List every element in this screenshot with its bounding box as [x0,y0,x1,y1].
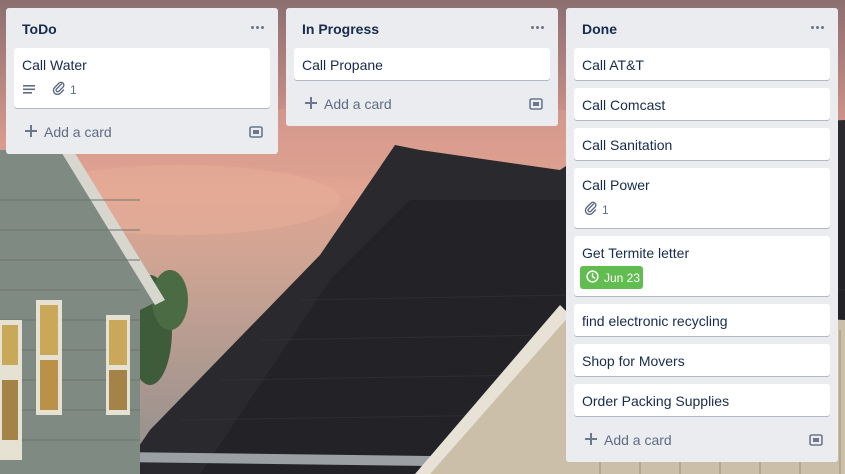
card-get-termite-letter[interactable]: Get Termite letter Jun 23 [574,236,830,296]
attachment-count: 1 [70,83,77,97]
add-card-label: Add a card [324,96,392,112]
list-title[interactable]: ToDo [22,21,57,37]
ellipsis-icon[interactable] [528,16,548,36]
clock-icon [586,269,599,286]
card-call-water[interactable]: Call Water 1 [14,48,270,108]
list-todo: ToDo Call Water 1 Add a card [6,8,278,154]
card-call-sanitation[interactable]: Call Sanitation [574,128,830,160]
card-template-icon[interactable] [808,432,824,448]
card-title: Call AT&T [582,57,644,73]
due-date-badge[interactable]: Jun 23 [580,266,643,289]
attachment-badge: 1 [584,201,609,219]
add-card-label: Add a card [604,432,672,448]
ellipsis-icon[interactable] [248,16,268,36]
card-call-comcast[interactable]: Call Comcast [574,88,830,120]
card-call-power[interactable]: Call Power 1 [574,168,830,228]
card-find-electronic-recycling[interactable]: find electronic recycling [574,304,830,336]
paperclip-icon [52,81,66,100]
card-order-packing-supplies[interactable]: Order Packing Supplies [574,384,830,416]
description-icon [22,81,36,99]
list-header: Done [566,8,838,48]
attachment-badge: 1 [52,81,77,99]
list-title[interactable]: In Progress [302,21,379,37]
add-card-label: Add a card [44,124,112,140]
list-title[interactable]: Done [582,21,617,37]
card-title: Shop for Movers [582,353,685,369]
attachment-count: 1 [602,203,609,217]
card-title: Order Packing Supplies [582,393,730,409]
plus-icon [585,433,597,445]
card-title: Call Water [22,57,87,73]
due-date-text: Jun 23 [604,270,641,285]
card-title: Call Sanitation [582,137,673,153]
card-call-att[interactable]: Call AT&T [574,48,830,80]
card-title: Get Termite letter [582,245,690,261]
plus-icon [25,125,37,137]
ellipsis-icon[interactable] [808,16,828,36]
card-template-icon[interactable] [248,124,264,140]
card-call-propane[interactable]: Call Propane [294,48,550,80]
card-template-icon[interactable] [528,96,544,112]
list-header: ToDo [6,8,278,48]
card-shop-for-movers[interactable]: Shop for Movers [574,344,830,376]
list-done: Done Call AT&T Call Comcast Call Sanitat… [566,8,838,462]
card-title: Call Propane [302,57,383,73]
list-header: In Progress [286,8,558,48]
add-card-button[interactable]: Add a card [294,90,550,118]
card-title: find electronic recycling [582,313,728,329]
add-card-button[interactable]: Add a card [14,118,270,146]
paperclip-icon [584,201,598,220]
add-card-button[interactable]: Add a card [574,426,830,454]
list-in-progress: In Progress Call Propane Add a card [286,8,558,126]
card-title: Call Comcast [582,97,666,113]
plus-icon [305,97,317,109]
card-title: Call Power [582,177,650,193]
